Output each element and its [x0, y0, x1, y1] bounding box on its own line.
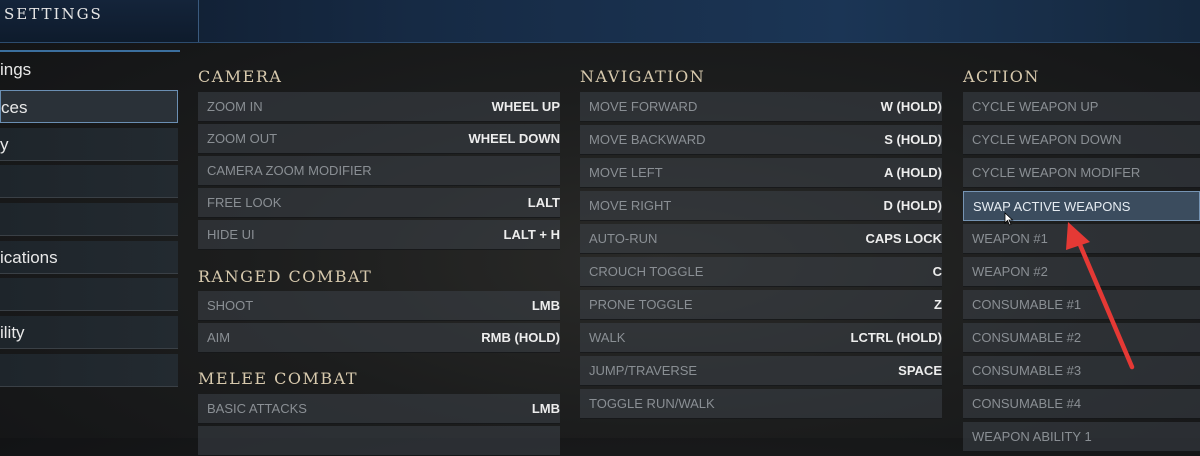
keybind-row-zoom-out[interactable]: ZOOM OUT WHEEL DOWN — [198, 124, 560, 154]
section-title-navigation: NAVIGATION — [580, 67, 706, 86]
sidebar-item-accessibility[interactable]: ility — [0, 316, 178, 349]
keybind-row-camera-zoom-modifier[interactable]: CAMERA ZOOM MODIFIER — [198, 156, 560, 186]
sidebar-accent-line — [0, 50, 180, 52]
keybind-row-move-right[interactable]: MOVE RIGHT D (HOLD) — [580, 191, 942, 221]
keybind-row-aim[interactable]: AIM RMB (HOLD) — [198, 323, 560, 353]
keybind-row-weapon-ability-1[interactable]: WEAPON ABILITY 1 — [963, 422, 1200, 452]
sidebar-item-7[interactable] — [0, 278, 178, 311]
keybind-row-walk[interactable]: WALK LCTRL (HOLD) — [580, 323, 942, 353]
keybind-row-zoom-in[interactable]: ZOOM IN WHEEL UP — [198, 92, 560, 122]
top-bar: SETTINGS — [0, 0, 1200, 43]
keybind-row-basic-attacks[interactable]: BASIC ATTACKS LMB — [198, 394, 560, 424]
keybind-row-hide-ui[interactable]: HIDE UI LALT + H — [198, 220, 560, 250]
keybind-row-jump-traverse[interactable]: JUMP/TRAVERSE SPACE — [580, 356, 942, 386]
keybind-row-prone-toggle[interactable]: PRONE TOGGLE Z — [580, 290, 942, 320]
keybind-row-auto-run[interactable]: AUTO-RUN CAPS LOCK — [580, 224, 942, 254]
sidebar-item-notifications[interactable]: ications — [0, 241, 178, 274]
keybind-row-move-backward[interactable]: MOVE BACKWARD S (HOLD) — [580, 125, 942, 155]
keybind-row-crouch-toggle[interactable]: CROUCH TOGGLE C — [580, 257, 942, 287]
keybind-row-toggle-run-walk[interactable]: TOGGLE RUN/WALK — [580, 389, 942, 419]
sidebar-item-devices[interactable]: ces — [0, 90, 178, 123]
keybind-row-cycle-weapon-modifier[interactable]: CYCLE WEAPON MODIFER — [963, 158, 1200, 188]
keybind-row-shoot[interactable]: SHOOT LMB — [198, 291, 560, 321]
keybind-row-partial[interactable] — [198, 426, 560, 456]
section-title-camera: CAMERA — [198, 67, 283, 86]
section-title-ranged-combat: RANGED COMBAT — [198, 267, 373, 286]
mouse-cursor-icon — [1004, 212, 1014, 231]
settings-tab[interactable]: SETTINGS — [0, 0, 199, 42]
keybind-row-swap-active-weapons[interactable]: SWAP ACTIVE WEAPONS — [963, 191, 1200, 221]
keybind-row-cycle-weapon-up[interactable]: CYCLE WEAPON UP — [963, 92, 1200, 122]
sidebar-item-4[interactable] — [0, 165, 178, 198]
keybind-row-move-left[interactable]: MOVE LEFT A (HOLD) — [580, 158, 942, 188]
keybind-row-consumable-4[interactable]: CONSUMABLE #4 — [963, 389, 1200, 419]
sidebar-item-5[interactable] — [0, 203, 178, 236]
red-arrow-icon — [1060, 220, 1140, 375]
section-title-melee-combat: MELEE COMBAT — [198, 369, 358, 388]
sidebar-item-settings[interactable]: ings — [0, 53, 178, 86]
sidebar-item-9[interactable] — [0, 354, 178, 387]
keybind-row-cycle-weapon-down[interactable]: CYCLE WEAPON DOWN — [963, 125, 1200, 155]
keybind-row-free-look[interactable]: FREE LOOK LALT — [198, 188, 560, 218]
section-title-action: ACTION — [963, 67, 1040, 86]
keybind-row-move-forward[interactable]: MOVE FORWARD W (HOLD) — [580, 92, 942, 122]
page-title: SETTINGS — [4, 5, 103, 23]
sidebar-item-key-y[interactable]: y — [0, 128, 178, 161]
